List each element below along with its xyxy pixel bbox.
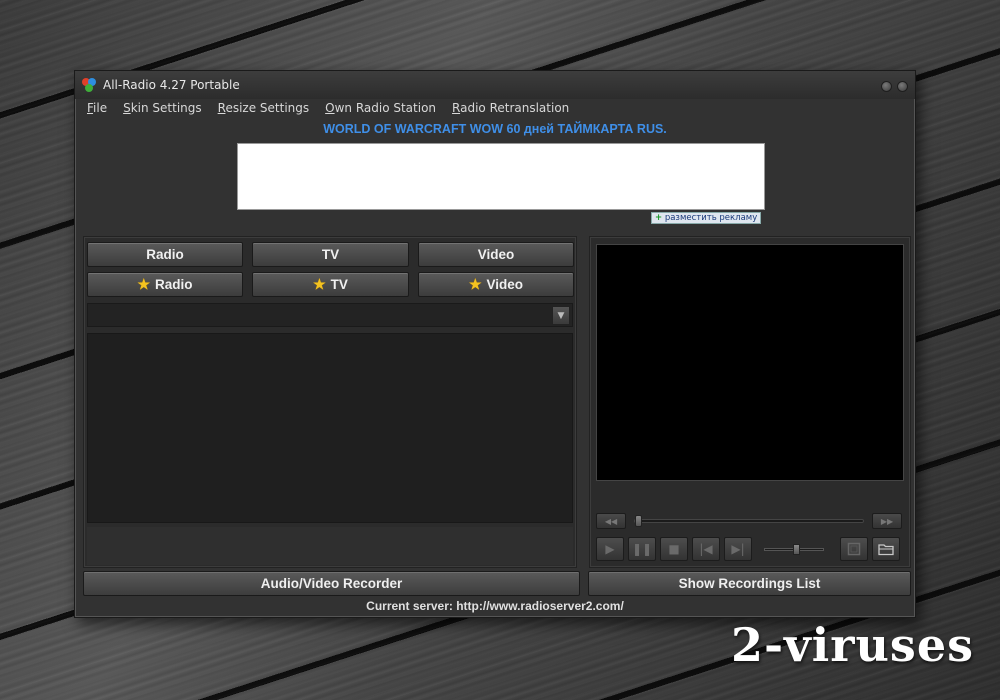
close-button[interactable] <box>897 81 908 92</box>
seek-slider-thumb[interactable] <box>635 515 642 527</box>
volume-slider-thumb[interactable] <box>793 544 800 555</box>
banner-title-link[interactable]: WORLD OF WARCRAFT WOW 60 дней ТАЙМКАРТА … <box>75 122 915 136</box>
window-title: All-Radio 4.27 Portable <box>103 78 240 92</box>
star-icon: ★ <box>137 276 151 292</box>
previous-button[interactable]: |◀ <box>692 537 720 561</box>
tab-favorite-radio[interactable]: ★ Radio <box>87 272 243 297</box>
menu-radio-retranslation[interactable]: Radio Retranslation <box>452 101 569 119</box>
menu-skin-settings[interactable]: Skin Settings <box>123 101 202 119</box>
tab-tv[interactable]: TV <box>252 242 409 267</box>
list-footer <box>87 527 573 565</box>
play-button[interactable]: ▶ <box>596 537 624 561</box>
next-button[interactable]: ▶| <box>724 537 752 561</box>
seek-row: ◀◀ ▶▶ <box>596 513 904 531</box>
place-ad-link[interactable]: + разместить рекламу <box>651 212 762 224</box>
fullscreen-icon <box>847 542 861 556</box>
tab-video[interactable]: Video <box>418 242 574 267</box>
minimize-button[interactable] <box>881 81 892 92</box>
menu-own-radio-station[interactable]: Own Radio Station <box>325 101 436 119</box>
folder-icon <box>878 544 894 556</box>
stop-button[interactable]: ■ <box>660 537 688 561</box>
tab-radio[interactable]: Radio <box>87 242 243 267</box>
seek-slider[interactable] <box>634 515 864 527</box>
genre-dropdown[interactable]: ▼ <box>87 303 573 327</box>
playback-controls: ▶ ❚❚ ■ |◀ ▶| <box>596 537 904 563</box>
video-screen[interactable] <box>596 244 904 481</box>
menu-resize-settings[interactable]: Resize Settings <box>218 101 310 119</box>
fullscreen-button[interactable] <box>840 537 868 561</box>
star-icon: ★ <box>313 276 326 292</box>
show-recordings-list-button[interactable]: Show Recordings List <box>588 571 911 596</box>
app-window: All-Radio 4.27 Portable File Skin Settin… <box>74 70 916 618</box>
star-icon: ★ <box>468 276 482 292</box>
watermark-logo: 2-viruses <box>730 618 974 672</box>
ad-banner[interactable] <box>237 143 765 210</box>
app-logo-icon <box>82 78 96 92</box>
fast-forward-button[interactable]: ▶▶ <box>872 513 902 529</box>
tab-favorite-video[interactable]: ★ Video <box>418 272 574 297</box>
player-panel: ◀◀ ▶▶ ▶ ❚❚ ■ |◀ ▶| <box>589 236 911 568</box>
volume-slider[interactable] <box>764 544 824 555</box>
open-folder-button[interactable] <box>872 537 900 561</box>
title-bar: All-Radio 4.27 Portable <box>75 71 915 99</box>
audio-video-recorder-button[interactable]: Audio/Video Recorder <box>83 571 580 596</box>
menu-bar: File Skin Settings Resize Settings Own R… <box>87 101 569 119</box>
station-panel: Radio TV Video ★ Radio ★ TV ★ Video ▼ <box>83 236 577 568</box>
tab-favorite-tv[interactable]: ★ TV <box>252 272 409 297</box>
plus-icon: + <box>655 213 663 223</box>
pause-button[interactable]: ❚❚ <box>628 537 656 561</box>
status-bar-current-server: Current server: http://www.radioserver2.… <box>366 599 624 613</box>
chevron-down-icon[interactable]: ▼ <box>552 306 570 325</box>
rewind-button[interactable]: ◀◀ <box>596 513 626 529</box>
station-list[interactable] <box>87 333 573 523</box>
menu-file[interactable]: File <box>87 101 107 119</box>
